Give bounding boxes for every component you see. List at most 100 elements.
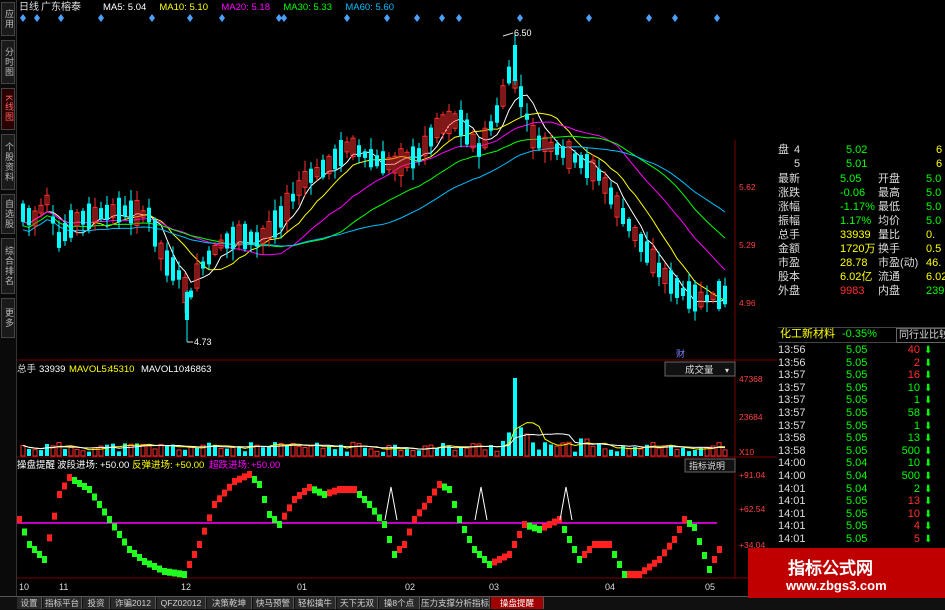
volume-bar <box>225 448 229 456</box>
tab-4[interactable]: QFZ02012 <box>157 597 206 609</box>
ma-line <box>22 121 726 271</box>
indicator-bar <box>132 550 137 557</box>
volume-bar <box>63 449 67 456</box>
candle-down <box>57 232 61 248</box>
volume-select-label[interactable]: 成交量 <box>685 364 714 376</box>
indicator-p3-label: 超跌进场: <box>209 459 250 471</box>
sidebar-item-stock-info[interactable]: 个股资料 <box>1 134 15 190</box>
x-label-11: 11 <box>59 582 68 592</box>
chevron-down-icon[interactable]: ▾ <box>725 366 729 375</box>
kline-chart-svg[interactable]: 日线 广东榕泰 MA5: 5.04 MA10: 5.10 MA20: 5.18 MA3… <box>17 0 777 598</box>
tab-8[interactable]: 天下无双 <box>337 597 378 609</box>
candle-down <box>99 208 103 220</box>
high-price-label: 6.50 <box>514 28 532 38</box>
indicator-bar <box>347 486 352 493</box>
volume-title: 总手 <box>17 363 37 375</box>
finance-marker[interactable]: 财 <box>676 348 685 359</box>
bid-row: 盘 4 5.02 6 <box>778 144 943 156</box>
tick-row: 13:57 5.05 1 ⬇ <box>778 394 933 407</box>
sidebar-item-app[interactable]: 应用 <box>1 2 15 36</box>
indicator-bar <box>127 546 132 553</box>
candle-down <box>225 233 229 249</box>
indicator-bar <box>187 561 192 568</box>
tick-row: 13:57 5.05 1 ⬇ <box>778 419 933 432</box>
volume-bar <box>459 446 463 456</box>
indicator-bar <box>252 476 257 483</box>
indicator-bar <box>267 511 272 518</box>
sector-compare-button[interactable]: 同行业比较 <box>896 328 945 343</box>
indicator-explain-label[interactable]: 指标说明 <box>689 460 725 471</box>
indicator-bar <box>547 521 552 528</box>
tab-3[interactable]: 诈骗2012 <box>111 597 156 609</box>
candle-down <box>429 127 433 147</box>
indicator-bar <box>92 493 97 501</box>
candle-down <box>585 154 589 178</box>
signal-diamond <box>714 14 720 22</box>
tick-row: 13:58 5.05 500 ⬇ <box>778 444 933 457</box>
indicator-bar <box>677 526 682 533</box>
indicator-bar <box>137 554 142 561</box>
tab-11[interactable]: 操盘提醒 <box>491 597 544 609</box>
indicator-bar <box>302 488 307 495</box>
sidebar-item-timeshare[interactable]: 分时图 <box>1 40 15 84</box>
tab-2[interactable]: 投资 <box>83 597 110 609</box>
tab-5[interactable]: 决策乾坤 <box>207 597 252 609</box>
ma-legend-item: MA60: 5.60 <box>345 2 394 13</box>
sidebar-item-more[interactable]: 更多 <box>1 298 15 338</box>
indicator-bar <box>197 541 202 548</box>
volume-ma-line <box>22 433 726 450</box>
indicator-bar <box>617 561 622 568</box>
volume-bar <box>146 445 152 457</box>
indicator-bar <box>297 492 302 499</box>
sidebar-item-watchlist[interactable]: 自选股 <box>1 194 15 234</box>
sidebar-item-kline[interactable]: K线图 <box>1 88 15 130</box>
indicator-bar <box>212 501 217 508</box>
candle-down <box>201 261 205 269</box>
sidebar-item-ranking[interactable]: 综合排名 <box>1 238 15 294</box>
candle-down <box>321 159 325 178</box>
indicator-bar <box>657 556 662 563</box>
down-arrow-icon: ⬇ <box>924 433 933 445</box>
indicator-bar <box>27 541 32 548</box>
down-arrow-icon: ⬇ <box>924 483 933 495</box>
price-label-high: 5.62 <box>739 182 756 192</box>
quote-stat-row: 股本 6.02亿 流通 6.02 <box>778 271 945 283</box>
candle-down <box>627 218 631 232</box>
sector-name[interactable]: 化工新材料 <box>780 328 835 341</box>
tab-7[interactable]: 轻松擒牛 <box>295 597 336 609</box>
indicator-bars <box>17 471 722 578</box>
left-sidebar: 应用 分时图 K线图 个股资料 自选股 综合排名 更多 <box>0 0 17 598</box>
volume-bar <box>417 450 421 456</box>
indicator-bar <box>112 523 117 531</box>
volume-bar <box>687 451 691 456</box>
volume-bar <box>278 442 284 457</box>
indicator-bar <box>667 542 672 550</box>
ma-legend-item: MA10: 5.10 <box>159 2 208 13</box>
volume-bar <box>158 443 164 457</box>
indicator-bar <box>237 475 242 483</box>
quote-stat-row: 涨幅 -1.17% 最低 5.0 <box>778 201 942 213</box>
indicator-spike <box>384 486 398 521</box>
indicator-bar <box>387 536 392 543</box>
signal-diamond <box>414 14 420 22</box>
quote-panel: 盘 4 5.02 6 5 5.01 6 最新 5.05 开盘 5.0 涨跌 -0.… <box>778 140 945 598</box>
x-label-04: 04 <box>605 582 615 592</box>
x-label-10: 10 <box>19 582 29 592</box>
tab-9[interactable]: 操8个点 <box>379 597 420 609</box>
chart-area[interactable]: 日线 广东榕泰 MA5: 5.04 MA10: 5.10 MA20: 5.18 MA3… <box>17 0 777 598</box>
indicator-bar <box>402 541 407 548</box>
indicator-bar <box>207 514 212 522</box>
indicator-bar <box>162 568 167 575</box>
indicator-tab-bar: 设置 指标平台 投资 诈骗2012 QFZ02012 决策乾坤 快马预警 轻松擒牛 天下无双 操8… <box>0 596 945 610</box>
tab-0[interactable]: 设置 <box>17 597 42 609</box>
tab-6[interactable]: 快马预警 <box>253 597 294 609</box>
indicator-bar <box>337 486 342 493</box>
tab-1[interactable]: 指标平台 <box>43 597 82 609</box>
candle-down <box>231 226 235 250</box>
indicator-bar <box>52 512 57 520</box>
indicator-bar <box>17 516 22 523</box>
candle-down <box>669 270 673 294</box>
indicator-bar <box>37 551 42 558</box>
volume-bar <box>693 449 697 456</box>
tab-10[interactable]: 压力支撑分析指标 <box>421 597 490 609</box>
